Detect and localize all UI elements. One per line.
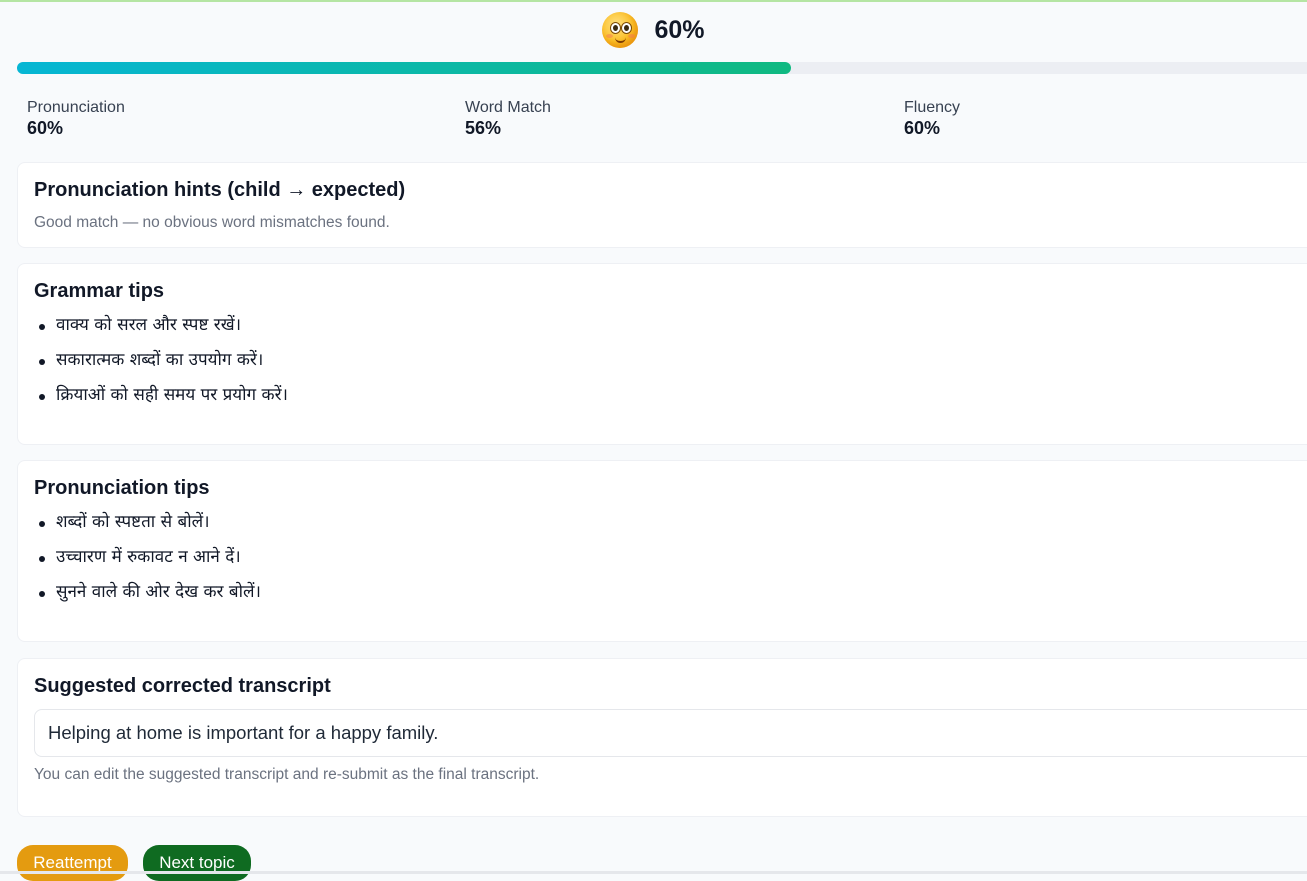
metrics-row: Pronunciation 60% Word Match 56% Fluency… bbox=[27, 98, 1307, 142]
pronunciation-tips-list: शब्दों को स्पष्टता से बोलें। उच्चारण में… bbox=[34, 510, 261, 615]
card-title: Pronunciation hints (child → expected) bbox=[34, 179, 406, 201]
metric-label: Pronunciation bbox=[27, 99, 125, 116]
score-header: 60% bbox=[0, 10, 1307, 50]
metric-value: 60% bbox=[27, 118, 64, 138]
list-item: क्रियाओं को सही समय पर प्रयोग करें। bbox=[34, 383, 288, 418]
score-progress-bar bbox=[17, 62, 1307, 74]
pronunciation-tips-card: Pronunciation tips शब्दों को स्पष्टता से… bbox=[17, 460, 1307, 642]
card-title: Grammar tips bbox=[34, 280, 165, 302]
pronunciation-hints-card: Pronunciation hints (child → expected) G… bbox=[17, 162, 1307, 248]
card-title: Pronunciation tips bbox=[34, 477, 210, 499]
list-item: शब्दों को स्पष्टता से बोलें। bbox=[34, 510, 261, 545]
grammar-tips-card: Grammar tips वाक्य को सरल और स्पष्ट रखें… bbox=[17, 263, 1307, 445]
score-progress-fill bbox=[17, 62, 791, 74]
card-title: Suggested corrected transcript bbox=[34, 675, 331, 697]
list-item: उच्चारण में रुकावट न आने दें। bbox=[34, 545, 261, 580]
reattempt-button[interactable]: Reattempt bbox=[17, 845, 128, 881]
hints-message: Good match — no obvious word mismatches … bbox=[34, 214, 390, 231]
top-divider bbox=[0, 0, 1307, 2]
list-item: सकारात्मक शब्दों का उपयोग करें। bbox=[34, 348, 288, 383]
metric-pronunciation: Pronunciation 60% bbox=[27, 98, 125, 139]
metric-value: 60% bbox=[904, 118, 941, 138]
metric-label: Word Match bbox=[465, 99, 551, 116]
next-topic-button[interactable]: Next topic bbox=[143, 845, 251, 881]
transcript-help-text: You can edit the suggested transcript an… bbox=[34, 766, 540, 783]
smiling-face-emoji-icon bbox=[602, 12, 639, 48]
metric-label: Fluency bbox=[904, 99, 961, 116]
metric-value: 56% bbox=[465, 118, 502, 138]
transcript-input[interactable]: Helping at home is important for a happy… bbox=[34, 709, 1307, 757]
list-item: वाक्य को सरल और स्पष्ट रखें। bbox=[34, 313, 288, 348]
metric-word-match: Word Match 56% bbox=[465, 98, 551, 139]
overall-score: 60% bbox=[654, 15, 705, 44]
list-item: सुनने वाले की ओर देख कर बोलें। bbox=[34, 580, 261, 615]
grammar-tips-list: वाक्य को सरल और स्पष्ट रखें। सकारात्मक श… bbox=[34, 313, 288, 418]
metric-fluency: Fluency 60% bbox=[904, 98, 960, 139]
suggested-transcript-card: Suggested corrected transcript Helping a… bbox=[17, 658, 1307, 817]
